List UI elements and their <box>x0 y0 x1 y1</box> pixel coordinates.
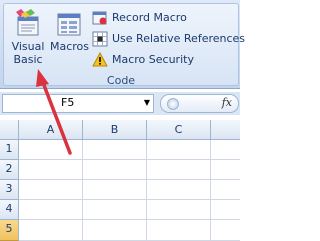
visual-basic-button[interactable]: Visual Basic <box>8 8 48 70</box>
cell-d1[interactable] <box>211 140 240 160</box>
visual-basic-icon <box>16 9 39 36</box>
select-all-corner[interactable] <box>0 120 19 140</box>
column-header-b[interactable]: B <box>83 120 147 140</box>
cell-c5[interactable] <box>147 220 211 241</box>
use-relative-references-label: Use Relative References <box>112 32 246 45</box>
formula-bar: F5 ▼ fx <box>0 92 240 115</box>
cell-b5[interactable] <box>83 220 147 241</box>
warning-icon <box>92 51 108 66</box>
formula-input-area[interactable]: fx <box>160 94 239 113</box>
visual-basic-label-line1: Visual <box>11 40 45 53</box>
macro-security-button[interactable]: Macro Security <box>92 51 245 68</box>
row-header-2[interactable]: 2 <box>0 160 19 180</box>
macros-button[interactable]: Macros <box>50 8 90 70</box>
cell-d3[interactable] <box>211 180 240 200</box>
row-header-3[interactable]: 3 <box>0 180 19 200</box>
cell-c2[interactable] <box>147 160 211 180</box>
macros-icon <box>57 13 81 36</box>
chevron-down-icon[interactable]: ▼ <box>144 98 150 107</box>
cell-c3[interactable] <box>147 180 211 200</box>
cell-b2[interactable] <box>83 160 147 180</box>
small-buttons-column: Record Macro Use Relative References Mac… <box>92 9 245 72</box>
insert-function-icon[interactable]: fx <box>222 96 232 109</box>
cell-a4[interactable] <box>19 200 83 220</box>
visual-basic-label-line2: Basic <box>13 53 43 66</box>
record-macro-label: Record Macro <box>112 11 187 24</box>
cell-d2[interactable] <box>211 160 240 180</box>
cell-a1[interactable] <box>19 140 83 160</box>
cell-a2[interactable] <box>19 160 83 180</box>
use-relative-references-button[interactable]: Use Relative References <box>92 30 245 47</box>
cell-d4[interactable] <box>211 200 240 220</box>
name-box[interactable]: F5 ▼ <box>2 94 154 113</box>
cell-c1[interactable] <box>147 140 211 160</box>
cell-b4[interactable] <box>83 200 147 220</box>
cell-a3[interactable] <box>19 180 83 200</box>
cell-b3[interactable] <box>83 180 147 200</box>
cell-b1[interactable] <box>83 140 147 160</box>
column-header-partial[interactable] <box>211 120 240 140</box>
row-header-4[interactable]: 4 <box>0 200 19 220</box>
code-group-label: Code <box>106 74 136 87</box>
formula-bar-handle-icon[interactable] <box>167 98 179 110</box>
row-header-1[interactable]: 1 <box>0 140 19 160</box>
cell-c4[interactable] <box>147 200 211 220</box>
record-macro-button[interactable]: Record Macro <box>92 9 245 26</box>
macro-security-label: Macro Security <box>112 53 194 66</box>
relative-references-icon <box>92 31 108 46</box>
column-header-c[interactable]: C <box>147 120 211 140</box>
ribbon: Visual Basic Macros Record Macro Use Rel… <box>0 0 245 89</box>
column-header-a[interactable]: A <box>19 120 83 140</box>
record-macro-icon <box>92 11 107 24</box>
name-box-value: F5 <box>61 96 75 109</box>
code-group: Visual Basic Macros Record Macro Use Rel… <box>3 3 245 87</box>
cell-a5[interactable] <box>19 220 83 241</box>
macros-label: Macros <box>50 40 90 53</box>
cell-d5[interactable] <box>211 220 240 241</box>
row-header-5-selected[interactable]: 5 <box>0 220 19 241</box>
